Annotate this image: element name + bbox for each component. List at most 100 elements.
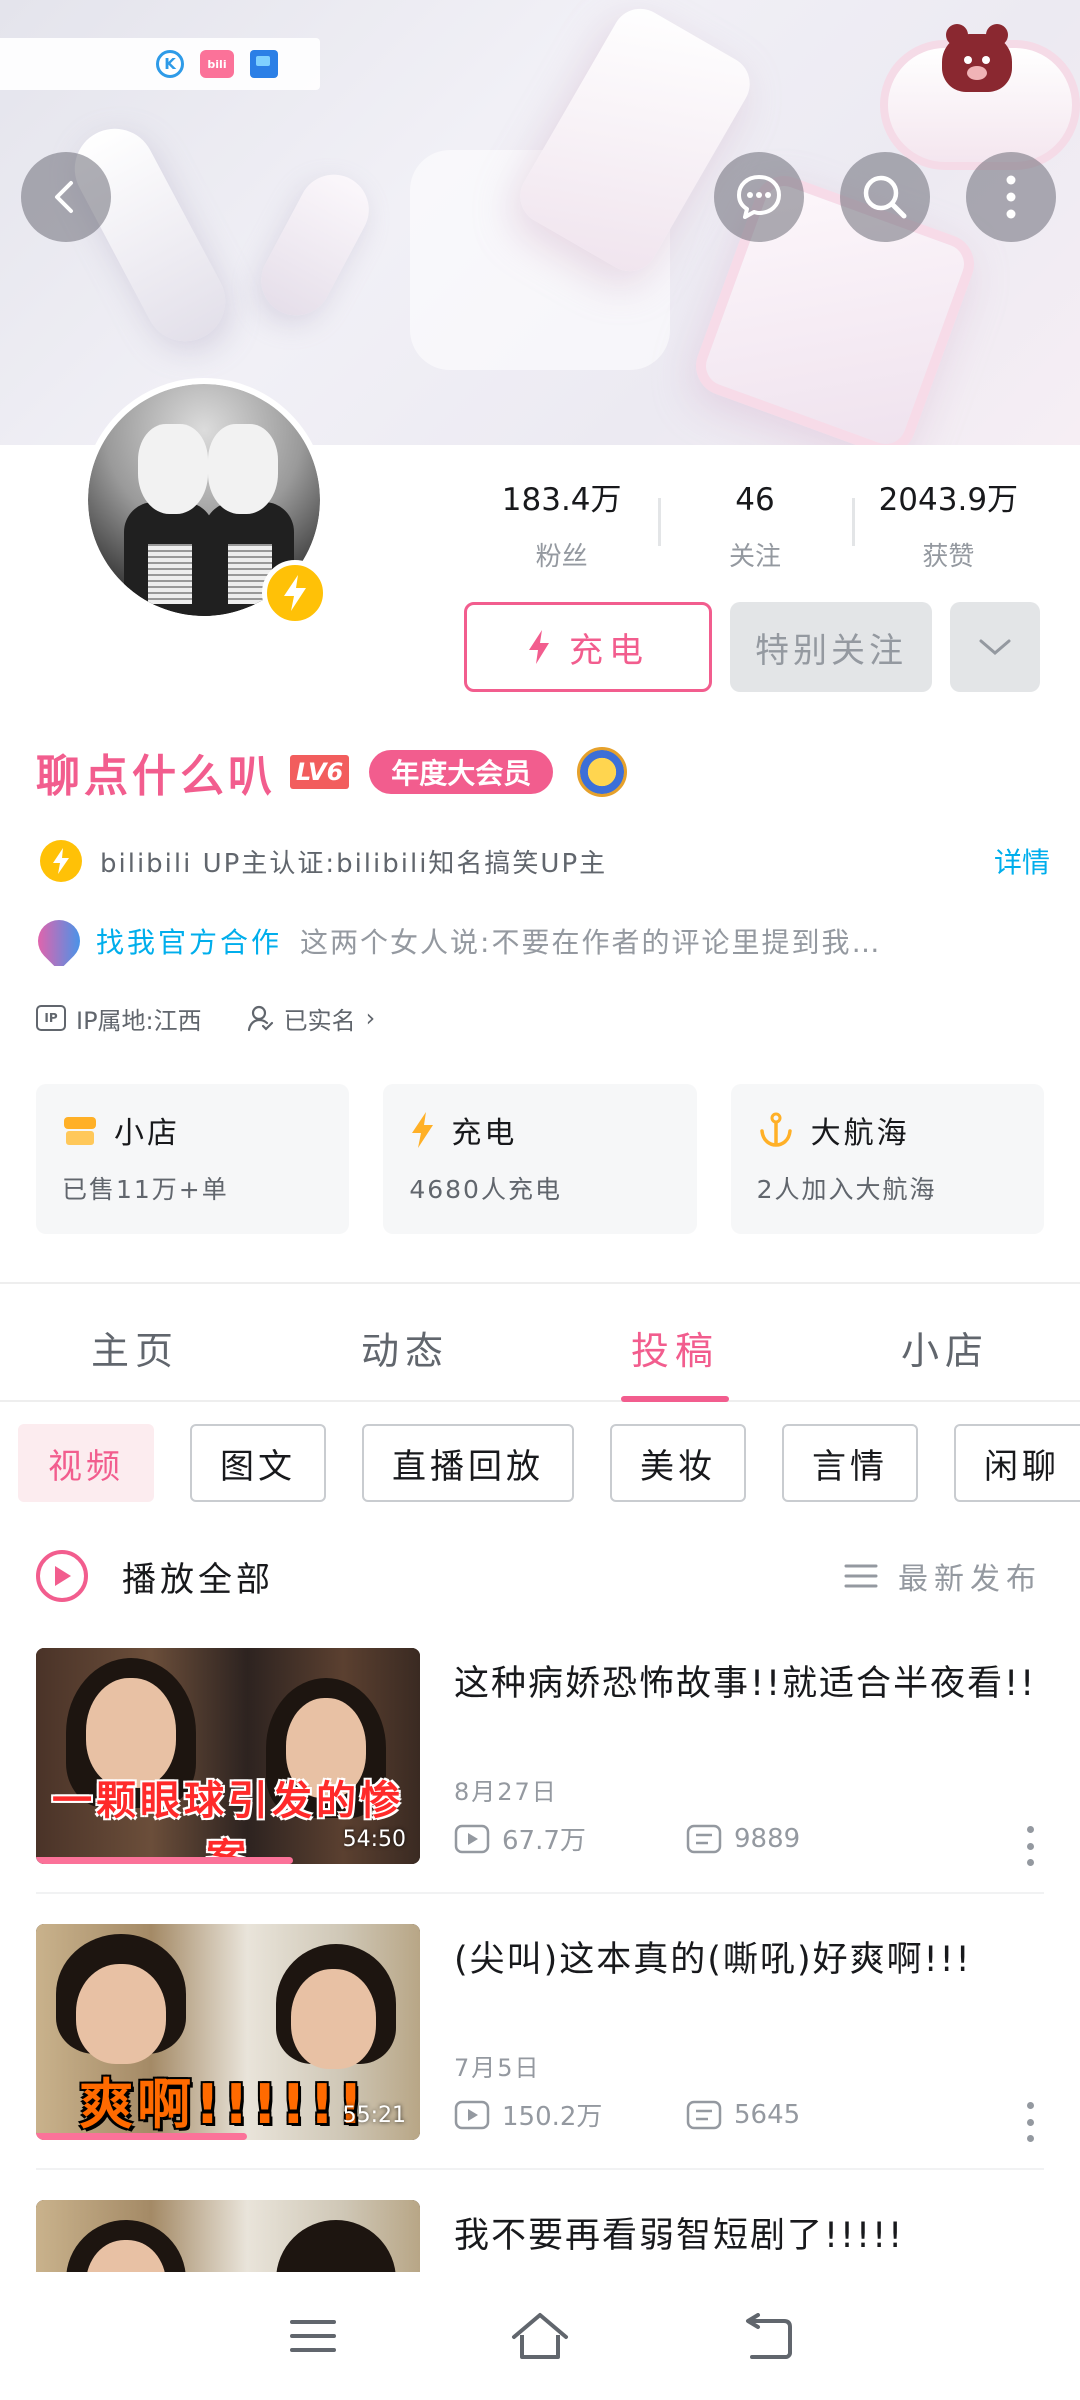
charge-button-label: 充电 <box>569 630 649 671</box>
anchor-icon <box>759 1112 792 1147</box>
charge-button[interactable]: 充电 <box>464 602 712 692</box>
card-title: 大航海 <box>810 1116 910 1151</box>
list-separator <box>36 1892 1044 1894</box>
video-stats: 150.2万 5645 <box>454 2096 918 2133</box>
video-title: (尖叫)这本真的(嘶吼)好爽啊!!! <box>454 1940 972 1980</box>
follow-dropdown-button[interactable] <box>950 602 1040 692</box>
banner-decoration <box>248 162 382 328</box>
chip-romance[interactable]: 言情 <box>782 1424 918 1502</box>
view-count: 67.7万 <box>502 1826 586 1856</box>
chip-article[interactable]: 图文 <box>190 1424 326 1502</box>
name-row: 聊点什么叭 LV6 年度大会员 <box>36 740 628 804</box>
video-title: 我不要再看弱智短剧了!!!!! <box>454 2216 905 2256</box>
sort-label: 最新发布 <box>898 1562 1042 1597</box>
message-button[interactable] <box>714 152 804 242</box>
card-subtitle: 已售11万+单 <box>62 1175 229 1204</box>
list-separator <box>36 2168 1044 2170</box>
back-nav-button[interactable] <box>727 2296 807 2376</box>
card-title: 小店 <box>114 1116 180 1151</box>
video-stats: 67.7万 9889 <box>454 1820 918 1857</box>
comment-count-icon <box>686 2100 722 2129</box>
video-item[interactable]: 一颗眼球引发的惨案 54:50 这种病娇恐怖故事!!就适合半夜看!! 8月27日… <box>36 1648 1046 1866</box>
menu-icon <box>290 2320 337 2352</box>
ip-location: IP属地:江西 <box>76 1006 202 1035</box>
stat-likes[interactable]: 2043.9万 获赞 <box>851 478 1045 588</box>
chat-bubble-icon <box>737 175 781 219</box>
bear-mascot-icon[interactable] <box>942 24 1012 92</box>
user-verified-icon <box>247 1005 273 1032</box>
tab-home[interactable]: 主页 <box>0 1284 270 1400</box>
video-thumbnail[interactable]: 一颗眼球引发的惨案 54:50 <box>36 1648 420 1864</box>
sort-button[interactable]: 最新发布 <box>844 1554 1042 1598</box>
chip-live-replay[interactable]: 直播回放 <box>362 1424 574 1502</box>
chip-chat[interactable]: 闲聊 <box>954 1424 1080 1502</box>
back-button[interactable] <box>21 152 111 242</box>
video-more-icon[interactable] <box>1024 2102 1036 2142</box>
card-charge[interactable]: 充电 4680人充电 <box>383 1084 697 1234</box>
play-all-button[interactable]: 播放全部 <box>122 1552 274 1601</box>
vip-badge[interactable]: 年度大会员 <box>369 750 554 794</box>
k-app-icon: K <box>156 50 184 78</box>
menu-button[interactable] <box>273 2296 353 2376</box>
tab-uploads[interactable]: 投稿 <box>540 1284 810 1402</box>
video-more-icon[interactable] <box>1024 1826 1036 1866</box>
tab-shop[interactable]: 小店 <box>810 1284 1080 1400</box>
feature-cards: 小店 已售11万+单 充电 4680人充电 大航海 2人加入大航海 <box>36 1084 1044 1234</box>
back-icon <box>745 2313 792 2359</box>
stat-label: 获赞 <box>922 542 975 572</box>
realname-link[interactable]: 已实名 › <box>246 1001 375 1036</box>
more-options-button[interactable] <box>966 152 1056 242</box>
video-item[interactable]: 爽啊!!!!!! 55:21 (尖叫)这本真的(嘶吼)好爽啊!!! 7月5日 1… <box>36 1924 1046 2142</box>
view-count: 150.2万 <box>502 2102 603 2132</box>
verify-text: bilibili UP主认证:bilibili知名搞笑UP主 <box>100 848 608 879</box>
category-chips: 视频 图文 直播回放 美妆 言情 闲聊 <box>18 1424 1080 1504</box>
cooperation-link[interactable]: 找我官方合作 <box>96 921 282 961</box>
special-follow-button[interactable]: 特别关注 <box>730 602 932 692</box>
chip-makeup[interactable]: 美妆 <box>610 1424 746 1502</box>
lightning-icon <box>412 1112 434 1148</box>
card-guard[interactable]: 大航海 2人加入大航海 <box>730 1084 1044 1234</box>
stat-value: 2043.9万 <box>878 482 1019 518</box>
meta-row: IP IP属地:江西 已实名 › <box>36 996 375 1040</box>
watch-progress <box>36 2133 248 2140</box>
chip-video[interactable]: 视频 <box>18 1424 154 1502</box>
chevron-down-icon <box>979 639 1011 655</box>
stat-label: 关注 <box>728 542 781 572</box>
home-button[interactable] <box>500 2296 580 2376</box>
system-navigation-bar <box>0 2272 1080 2400</box>
video-thumbnail[interactable]: 爽啊!!!!!! 55:21 <box>36 1924 420 2140</box>
video-duration: 54:50 <box>342 1827 406 1852</box>
video-title: 这种病娇恐怖故事!!就适合半夜看!! <box>454 1664 1037 1704</box>
username: 聊点什么叭 <box>36 751 276 802</box>
comment-count: 5645 <box>734 2099 801 2130</box>
charge-badge-icon <box>262 560 328 626</box>
card-shop[interactable]: 小店 已售11万+单 <box>36 1084 350 1234</box>
play-all-icon[interactable] <box>36 1550 88 1602</box>
stat-value: 183.4万 <box>501 482 622 518</box>
medal-icon[interactable] <box>577 747 628 797</box>
bio-text[interactable]: 这两个女人说:不要在作者的评论里提到我… <box>300 921 881 961</box>
shop-icon <box>64 1117 96 1145</box>
bilibili-app-icon: bili <box>200 50 234 78</box>
comment-count: 9889 <box>734 1823 801 1854</box>
realname-label: 已实名 <box>283 1006 356 1035</box>
search-button[interactable] <box>840 152 930 242</box>
chevron-left-icon <box>55 181 73 213</box>
chat-app-icon <box>250 50 278 78</box>
verified-lightning-icon <box>40 840 82 882</box>
stat-following[interactable]: 46 关注 <box>658 478 851 588</box>
search-icon <box>863 175 907 219</box>
tab-dynamic[interactable]: 动态 <box>270 1284 540 1400</box>
profile-tabs: 主页 动态 投稿 小店 <box>0 1284 1080 1402</box>
video-date: 7月5日 <box>454 2054 541 2082</box>
lightning-icon <box>529 630 549 664</box>
stat-followers[interactable]: 183.4万 粉丝 <box>465 478 658 588</box>
verify-detail-link[interactable]: 详情 <box>994 841 1050 881</box>
home-icon <box>511 2313 568 2359</box>
card-title: 充电 <box>451 1116 518 1151</box>
play-count-icon <box>454 2100 490 2129</box>
card-subtitle: 2人加入大航海 <box>756 1175 937 1204</box>
level-badge: LV6 <box>290 755 350 789</box>
comment-count-icon <box>686 1824 722 1853</box>
play-count-icon <box>454 1824 490 1853</box>
